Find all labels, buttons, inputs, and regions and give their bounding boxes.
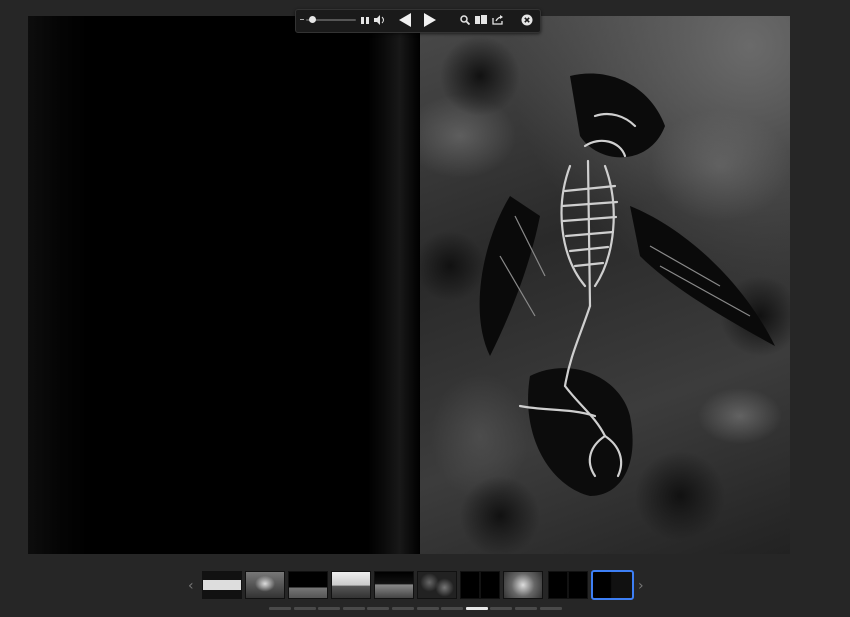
thumbnail[interactable] <box>202 571 242 599</box>
speaker-icon[interactable] <box>374 13 386 27</box>
share-icon[interactable] <box>491 13 505 27</box>
book-icon[interactable] <box>474 13 487 27</box>
thumbnail[interactable] <box>417 571 457 599</box>
page-dot[interactable] <box>416 607 439 610</box>
right-page-photo[interactable] <box>420 16 790 554</box>
thumbnail[interactable] <box>288 571 328 599</box>
zoom-out-icon[interactable] <box>300 19 304 20</box>
close-circle-icon[interactable] <box>520 13 534 27</box>
fullscreen-icon[interactable] <box>360 14 370 26</box>
thumbnail[interactable] <box>374 571 414 599</box>
page-dot[interactable] <box>441 607 464 610</box>
page-dot[interactable] <box>269 607 291 610</box>
thumbnails-next-arrow-icon[interactable]: › <box>638 578 644 594</box>
thumbnail[interactable] <box>245 571 285 599</box>
page-dot[interactable] <box>342 607 365 610</box>
zoom-slider-knob[interactable] <box>309 16 316 23</box>
page-dot[interactable] <box>490 607 513 610</box>
search-icon[interactable] <box>459 13 471 27</box>
thumbnails-prev-arrow-icon[interactable]: ‹ <box>188 578 194 594</box>
thumbnail-selected[interactable] <box>591 570 634 600</box>
page-dot[interactable] <box>318 607 341 610</box>
page-dot-active[interactable] <box>465 607 488 610</box>
page-dot[interactable] <box>539 607 562 610</box>
thumbnail[interactable] <box>503 571 543 599</box>
page-dot[interactable] <box>515 607 537 610</box>
book-spread <box>28 16 790 554</box>
page-dot[interactable] <box>367 607 390 610</box>
thumbnail[interactable] <box>331 571 371 599</box>
triangle-left-icon[interactable] <box>398 12 412 28</box>
page-dot[interactable] <box>392 607 414 610</box>
thumbnail[interactable] <box>460 571 500 599</box>
page-dot[interactable] <box>293 607 316 610</box>
thumbnail[interactable] <box>548 571 588 599</box>
triangle-right-icon[interactable] <box>423 12 437 28</box>
left-page[interactable] <box>28 16 420 554</box>
